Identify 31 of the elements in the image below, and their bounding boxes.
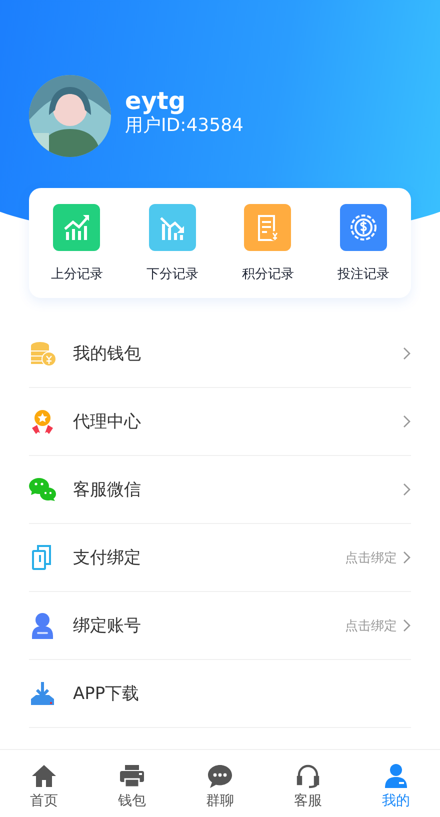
menu-hint: 点击绑定: [345, 618, 397, 634]
tab[interactable]: 群聊: [176, 750, 264, 810]
tab[interactable]: 钱包: [88, 750, 176, 810]
account-icon: [29, 612, 56, 639]
menu-item[interactable]: 绑定账号: [73, 614, 345, 637]
me-icon: [383, 763, 409, 789]
menu-item[interactable]: 我的钱包: [73, 342, 403, 365]
home-icon: [31, 763, 57, 789]
menu-item[interactable]: APP下载: [73, 682, 411, 705]
menu-item[interactable]: 客服微信: [73, 478, 403, 501]
record-label[interactable]: 下分记录: [146, 265, 198, 283]
user-name: eytg: [125, 87, 187, 115]
menu-item[interactable]: 支付绑定: [73, 546, 345, 569]
record-label[interactable]: 积分记录: [242, 265, 294, 283]
tab[interactable]: 客服: [264, 750, 352, 810]
record-label[interactable]: 上分记录: [50, 265, 103, 283]
record-down-icon[interactable]: [148, 204, 196, 251]
user-id: 用户ID:43584: [125, 115, 244, 137]
menu-item[interactable]: 代理中心: [73, 410, 403, 433]
tab[interactable]: 首页: [0, 750, 88, 810]
record-label[interactable]: 投注记录: [337, 265, 390, 283]
record-bet-icon[interactable]: [340, 204, 387, 251]
record-points-icon[interactable]: [244, 204, 292, 251]
wechat-icon: [29, 476, 56, 503]
record-up-icon[interactable]: [53, 204, 100, 251]
chat-icon: [207, 763, 233, 789]
tab[interactable]: 我的: [352, 750, 440, 810]
download-icon: [29, 680, 56, 707]
service-icon: [295, 763, 321, 789]
menu-hint: 点击绑定: [345, 550, 397, 566]
agent-icon: [29, 408, 56, 435]
